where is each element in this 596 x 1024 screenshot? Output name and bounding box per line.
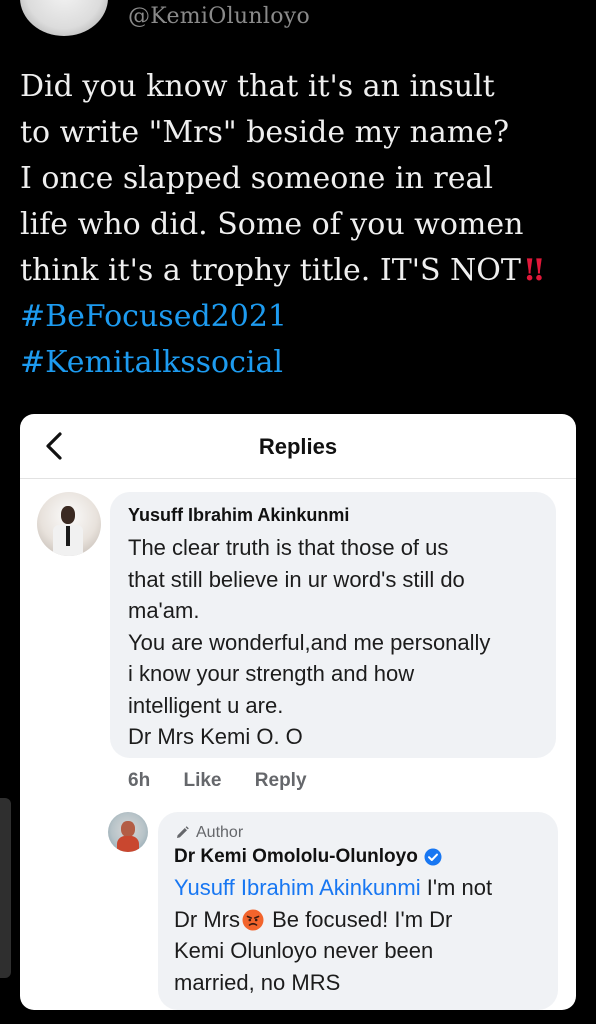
reply-line: married, no MRS [174, 969, 341, 995]
avatar-face [61, 506, 75, 524]
profile-avatar[interactable] [20, 0, 108, 36]
page-title: Replies [258, 434, 338, 459]
comment-line: You are wonderful,and me personally [128, 629, 491, 655]
comment-bubble: Yusuff Ibrahim Akinkunmi The clear truth… [110, 492, 556, 758]
tweet-line: I once slapped someone in real [20, 161, 493, 196]
avatar-tie [66, 526, 70, 546]
hashtag-link[interactable]: #Kemitalkssocial [20, 340, 586, 386]
angry-face-icon [242, 908, 264, 930]
comment-timestamp[interactable]: 6h [128, 770, 150, 792]
replies-header: Replies [20, 414, 576, 478]
verified-badge-icon [424, 848, 442, 866]
comment-actions: 6h Like Reply [128, 770, 335, 792]
reply-body: Yusuff Ibrahim Akinkunmi I'm not Dr Mrs … [174, 872, 542, 998]
like-button[interactable]: Like [183, 770, 221, 792]
author-badge: Author [174, 822, 542, 844]
tweet-line-text: think it's a trophy title. IT'S NOT [20, 253, 521, 288]
reply-line: Kemi Olunloyo never been [174, 938, 434, 963]
tweet-line: Did you know that it's an insult [20, 69, 495, 104]
avatar-body [117, 836, 139, 852]
reply-line: Yusuff Ibrahim Akinkunmi I'm not [174, 872, 542, 904]
reply-text: Be focused! I'm Dr [265, 906, 453, 932]
avatar-face [121, 821, 135, 837]
reply-author-row: Dr Kemi Omololu-Olunloyo [174, 844, 542, 870]
reply-line: Dr Mrs Be focused! I'm Dr [174, 904, 542, 936]
tweet-line-last: think it's a trophy title. IT'S NOT ‼ [20, 248, 586, 294]
author-avatar[interactable] [108, 812, 148, 852]
pencil-icon [174, 825, 190, 841]
tweet-line: to write "Mrs" beside my name? [20, 115, 510, 150]
mention-link[interactable]: Yusuff Ibrahim Akinkunmi [174, 875, 421, 900]
embedded-screenshot-card: Replies Yusuff Ibrahim Akinkunmi The cle… [20, 414, 576, 1010]
side-edge [0, 798, 11, 978]
comment-body: The clear truth is that those of us that… [128, 532, 540, 753]
reply-bubble: Author Dr Kemi Omololu-Olunloyo Yusuff I… [158, 812, 558, 1010]
reply-author[interactable]: Dr Kemi Omololu-Olunloyo [174, 844, 418, 870]
commenter-avatar[interactable] [37, 492, 101, 556]
tweet-text: Did you know that it's an insult to writ… [20, 64, 586, 386]
comment-line: i know your strength and how [128, 661, 415, 686]
comment-author[interactable]: Yusuff Ibrahim Akinkunmi [128, 504, 540, 526]
reply-text: Dr Mrs [174, 906, 240, 932]
user-handle[interactable]: @KemiOlunloyo [128, 4, 310, 29]
bottom-bar [0, 1014, 596, 1024]
reply-button[interactable]: Reply [255, 770, 307, 792]
comment-line: that still believe in ur word's still do [128, 566, 465, 592]
reply-text: I'm not [420, 875, 493, 900]
comment-line: intelligent u are. [128, 692, 284, 718]
header-divider [20, 478, 576, 479]
author-badge-label: Author [196, 824, 244, 841]
tweet-line: life who did. Some of you women [20, 207, 524, 242]
double-exclamation-icon: ‼ [524, 253, 544, 288]
comment-line: Dr Mrs Kemi O. O [128, 724, 303, 749]
comment-line: The clear truth is that those of us [128, 535, 449, 560]
comment-line: ma'am. [128, 598, 200, 623]
hashtag-link[interactable]: #BeFocused2021 [20, 294, 586, 340]
